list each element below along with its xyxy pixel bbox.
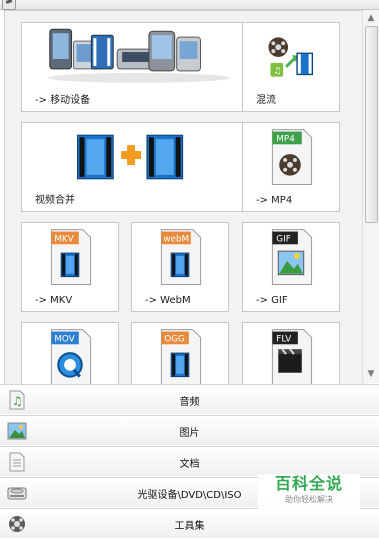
mkv-tag: MKV [54,234,73,244]
category-document-label: 文档 [179,459,200,470]
edit-icon[interactable] [2,0,16,10]
scroll-down-icon[interactable]: ▼ [364,367,378,381]
tile-webm[interactable]: webM -> WebM [131,222,229,312]
mp4-file-icon: MP4 [271,129,313,185]
category-document[interactable]: 文档 [0,446,379,476]
tile-gif[interactable]: GIF -> GIF [242,222,340,312]
tile-flv[interactable]: FLV [242,322,340,384]
webm-file-icon: webM [160,229,202,285]
watermark-subtitle: 助你轻松解决 [285,495,333,504]
tile-mobile-devices-label: -> 移动设备 [35,95,91,106]
tile-video-merge-label: 视频合并 [35,195,75,206]
scroll-up-icon[interactable]: ▲ [364,11,378,25]
gif-tag: GIF [276,234,290,244]
category-audio[interactable]: ♫ 音频 [0,384,379,414]
ogg-file-icon: OGG [160,329,202,384]
mkv-file-icon: MKV [50,229,92,285]
vertical-scrollbar[interactable]: ▲ ▼ [362,10,379,383]
gif-file-icon: GIF [271,229,313,285]
category-picture[interactable]: 图片 [0,415,379,445]
tile-mp4-label: -> MP4 [256,195,293,206]
tile-mux[interactable]: ♫ 混流 [242,22,340,112]
mobile-devices-icon [47,28,231,83]
mov-tag: MOV [54,334,74,344]
category-picture-label: 图片 [179,428,200,439]
watermark-title: 百科全说 [274,474,343,493]
category-tools-label: 工具集 [174,521,205,532]
tile-ogg[interactable]: OGG [131,322,229,384]
tile-video-merge[interactable]: 视频合并 [21,122,258,212]
mov-file-icon: MOV [50,329,92,384]
tile-gif-label: -> GIF [256,295,288,306]
mux-icon: ♫ [268,37,314,77]
video-merge-icon [77,134,184,180]
tile-mux-label: 混流 [256,95,276,106]
format-tile-panel: -> 移动设备 ♫ 混流 视频合并 MP4 -> MP4 MKV -> MKV … [4,10,364,384]
tile-mp4[interactable]: MP4 -> MP4 [242,122,340,212]
tile-mobile-devices[interactable]: -> 移动设备 [21,22,258,112]
category-audio-label: 音频 [179,397,200,408]
tile-mov[interactable]: MOV [21,322,119,384]
tile-mkv-label: -> MKV [35,295,73,306]
svg-text:♫: ♫ [273,67,281,77]
ogg-tag: OGG [164,334,185,344]
tile-webm-label: -> WebM [145,295,191,306]
tile-mkv[interactable]: MKV -> MKV [21,222,119,312]
webm-tag: webM [163,234,189,244]
watermark: 百科全说 助你轻松解决 [258,474,360,516]
flv-file-icon: FLV [271,329,313,384]
flv-tag: FLV [276,334,291,344]
mp4-tag: MP4 [276,134,295,144]
scrollbar-thumb[interactable] [365,26,378,223]
top-strip [0,0,379,10]
